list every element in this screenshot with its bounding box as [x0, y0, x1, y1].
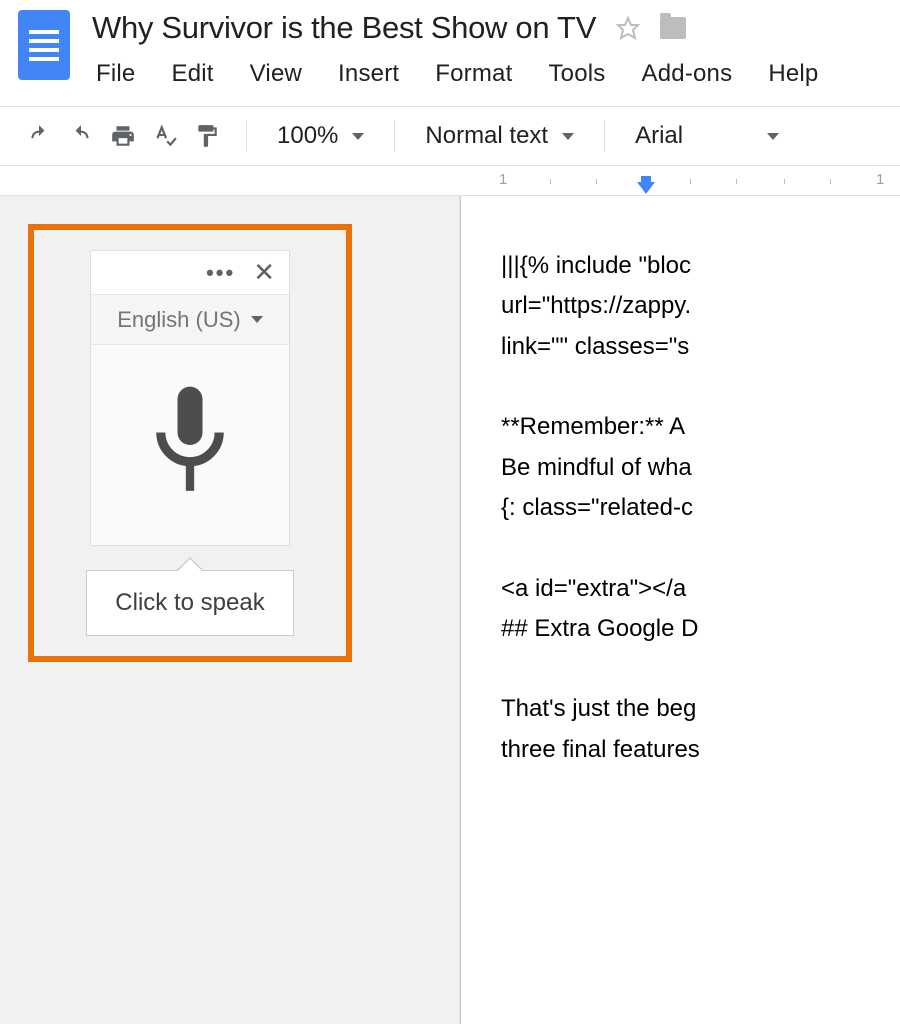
- ruler-tick: [736, 179, 737, 184]
- menu-addons[interactable]: Add-ons: [642, 60, 733, 88]
- microphone-icon: [140, 380, 240, 510]
- voice-typing-panel: ••• ✕ English (US): [90, 250, 290, 546]
- tooltip: Click to speak: [86, 570, 293, 636]
- document-title[interactable]: Why Survivor is the Best Show on TV: [92, 10, 596, 46]
- folder-icon[interactable]: [660, 17, 686, 39]
- ruler-mark: 1: [499, 171, 507, 188]
- toolbar-separator: [604, 120, 605, 152]
- voice-panel-header: ••• ✕: [91, 251, 289, 295]
- toolbar-separator: [394, 120, 395, 152]
- menu-view[interactable]: View: [250, 60, 302, 88]
- more-options-icon[interactable]: •••: [206, 260, 235, 286]
- close-icon[interactable]: ✕: [253, 257, 275, 288]
- ruler-mark: 1: [876, 171, 884, 188]
- ruler-tick: [784, 179, 785, 184]
- ruler-tick: [550, 179, 551, 184]
- star-icon[interactable]: [616, 16, 640, 40]
- style-dropdown[interactable]: Normal text: [417, 122, 582, 150]
- spellcheck-button[interactable]: [148, 119, 182, 153]
- header: Why Survivor is the Best Show on TV File…: [0, 0, 900, 88]
- paint-format-button[interactable]: [190, 119, 224, 153]
- menu-file[interactable]: File: [96, 60, 135, 88]
- language-label: English (US): [117, 307, 240, 333]
- workspace: ••• ✕ English (US) Click to speak: [0, 196, 900, 1024]
- font-value: Arial: [635, 122, 683, 150]
- redo-button[interactable]: [64, 119, 98, 153]
- microphone-button[interactable]: [91, 345, 289, 545]
- toolbar-separator: [246, 120, 247, 152]
- undo-button[interactable]: [22, 119, 56, 153]
- tooltip-wrap: Click to speak: [56, 570, 324, 636]
- ruler-tick: [690, 179, 691, 184]
- highlight-box: ••• ✕ English (US) Click to speak: [28, 224, 352, 662]
- title-row: Why Survivor is the Best Show on TV: [92, 10, 900, 46]
- menu-insert[interactable]: Insert: [338, 60, 399, 88]
- docs-icon[interactable]: [18, 10, 70, 80]
- menu-help[interactable]: Help: [768, 60, 818, 88]
- ruler[interactable]: 1 1: [0, 166, 900, 196]
- indent-marker[interactable]: [637, 182, 655, 194]
- menu-edit[interactable]: Edit: [171, 60, 213, 88]
- caret-icon: [251, 316, 263, 323]
- style-value: Normal text: [425, 122, 548, 150]
- document-area[interactable]: |||{% include "bloc url="https://zappy. …: [460, 196, 900, 1024]
- caret-icon: [767, 133, 779, 140]
- caret-icon: [352, 133, 364, 140]
- title-area: Why Survivor is the Best Show on TV File…: [92, 10, 900, 88]
- menu-format[interactable]: Format: [435, 60, 512, 88]
- menu-bar: File Edit View Insert Format Tools Add-o…: [96, 60, 900, 88]
- toolbar: 100% Normal text Arial: [0, 106, 900, 166]
- zoom-value: 100%: [277, 122, 338, 150]
- ruler-tick: [830, 179, 831, 184]
- print-button[interactable]: [106, 119, 140, 153]
- left-panel: ••• ✕ English (US) Click to speak: [0, 196, 460, 1024]
- zoom-dropdown[interactable]: 100%: [269, 122, 372, 150]
- document-text[interactable]: |||{% include "bloc url="https://zappy. …: [461, 246, 900, 770]
- font-dropdown[interactable]: Arial: [627, 122, 787, 150]
- menu-tools[interactable]: Tools: [548, 60, 605, 88]
- caret-icon: [562, 133, 574, 140]
- ruler-tick: [596, 179, 597, 184]
- language-selector[interactable]: English (US): [91, 295, 289, 345]
